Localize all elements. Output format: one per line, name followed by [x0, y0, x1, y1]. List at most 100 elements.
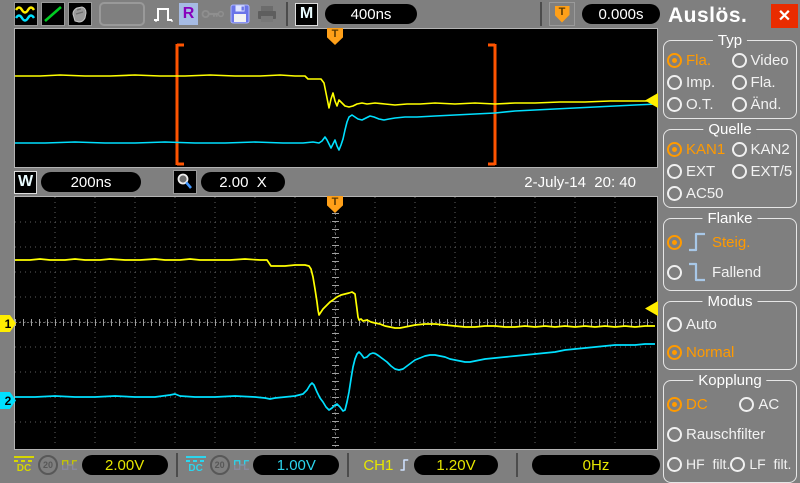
radio-icon: [667, 316, 682, 332]
ch2-coupling-icon: DC: [185, 456, 206, 474]
frequency-readout: 0Hz: [532, 455, 660, 475]
channels-icon[interactable]: [14, 2, 38, 26]
main-waveform-svg: [15, 197, 655, 447]
ch1-bandwidth-icon: 20: [38, 455, 58, 475]
ch1-coupling-icon: DC: [14, 456, 34, 474]
magnifier-icon[interactable]: [173, 170, 197, 194]
option-kopplung-ac[interactable]: AC: [739, 393, 793, 415]
window-timebase-readout: 200ns: [41, 172, 141, 192]
bottombar-divider3: [516, 453, 518, 477]
bottombar-divider2: [347, 453, 350, 477]
zoom-factor-readout: 2.00 X: [201, 172, 285, 192]
menu-title: Auslös.: [668, 4, 748, 27]
section-modus-legend: Modus: [702, 293, 758, 310]
radio-icon: [667, 264, 682, 280]
option-typ-video[interactable]: Video: [731, 49, 793, 71]
trigger-badge-icon: T: [554, 5, 570, 23]
radio-icon: [731, 52, 747, 68]
option-kopplung-lf-filt[interactable]: LF filt.: [730, 453, 793, 475]
section-typ-legend: Typ: [712, 32, 748, 49]
bottombar-divider1: [175, 453, 178, 477]
section-kopplung: Kopplung DC AC Rauschfilter HF filt. LF …: [663, 372, 797, 483]
trigger-menu-sidebar: Auslös. ✕ Typ Fla. Video Imp. Fla. O.T. …: [660, 0, 800, 483]
option-quelle-kan1[interactable]: KAN1: [667, 138, 732, 160]
radio-icon: [667, 141, 682, 157]
save-floppy-icon[interactable]: [228, 2, 252, 26]
option-typ-impuls[interactable]: Imp.: [667, 71, 732, 93]
option-kopplung-hf-filt[interactable]: HF filt.: [667, 453, 730, 475]
option-modus-auto[interactable]: Auto: [667, 313, 793, 335]
top-toolbar: R M 400ns T 0.000s: [0, 0, 660, 28]
main-timebase-readout: 400ns: [325, 4, 417, 24]
radio-icon: [667, 426, 682, 442]
hand-icon[interactable]: [68, 2, 92, 26]
run-record-button[interactable]: R: [179, 3, 198, 25]
radio-icon: [667, 74, 682, 90]
menu-header: Auslös. ✕: [660, 0, 800, 30]
bottom-status-bar: DC 20 2.00V DC 20 1.00V CH1 1.20V 0Hz: [0, 450, 660, 480]
print-icon[interactable]: [255, 2, 279, 26]
option-quelle-ac50[interactable]: AC50: [667, 182, 793, 204]
option-flanke-steigend[interactable]: Steig.: [667, 230, 793, 254]
radio-icon: [667, 52, 682, 68]
section-flanke: Flanke Steig. Fallend: [663, 210, 797, 291]
section-typ: Typ Fla. Video Imp. Fla. O.T. Änd.: [663, 32, 797, 119]
zoom-bar: W 200ns 2.00 X 2-July-14 20: 40: [0, 168, 660, 196]
radio-icon: [667, 185, 682, 201]
option-modus-normal[interactable]: Normal: [667, 341, 793, 363]
trigger-position-readout: 0.000s: [582, 4, 660, 24]
radio-icon: [731, 141, 747, 157]
ch1-invert-icon: [62, 460, 77, 470]
option-typ-flanke[interactable]: Fla.: [667, 49, 732, 71]
radio-icon: [667, 456, 682, 472]
cursor-line-icon[interactable]: [41, 2, 65, 26]
radio-icon: [667, 234, 682, 250]
trigger-position-button[interactable]: T: [549, 2, 575, 26]
option-typ-flanke2[interactable]: Fla.: [731, 71, 793, 93]
pulse-icon[interactable]: [152, 2, 176, 26]
section-flanke-legend: Flanke: [702, 210, 758, 227]
trigger-source-label: CH1: [363, 456, 394, 474]
section-quelle-legend: Quelle: [703, 121, 757, 138]
option-kopplung-rauschfilter[interactable]: Rauschfilter: [667, 423, 793, 445]
option-typ-ot[interactable]: O.T.: [667, 93, 732, 115]
option-kopplung-dc[interactable]: DC: [667, 393, 739, 415]
main-waveform-panel: [14, 196, 658, 450]
overview-ch1-trace: [15, 74, 657, 109]
radio-icon: [731, 74, 747, 90]
toolbar-divider2: [540, 2, 542, 26]
close-icon[interactable]: ✕: [771, 4, 798, 28]
trigger-slope-icon: [400, 459, 409, 471]
window-timebase-button[interactable]: W: [14, 170, 37, 194]
radio-icon: [667, 344, 682, 360]
section-modus: Modus Auto Normal: [663, 293, 797, 370]
main-timebase-button[interactable]: M: [295, 2, 318, 26]
option-flanke-fallend[interactable]: Fallend: [667, 260, 793, 284]
radio-icon: [667, 163, 682, 179]
rising-edge-icon: [689, 232, 705, 252]
option-quelle-kan2[interactable]: KAN2: [731, 138, 793, 160]
radio-icon: [667, 96, 682, 112]
radio-icon: [667, 396, 682, 412]
option-typ-aend[interactable]: Änd.: [731, 93, 793, 115]
section-kopplung-legend: Kopplung: [693, 372, 767, 389]
trigger-level-readout[interactable]: 1.20V: [414, 455, 498, 475]
toolbar-divider: [286, 2, 288, 26]
datetime-readout: 2-July-14 20: 40: [524, 173, 636, 191]
overview-waveform-panel: [14, 28, 658, 168]
falling-edge-icon: [689, 262, 705, 282]
empty-readout-box: [99, 2, 145, 26]
ch2-scale-readout[interactable]: 1.00V: [253, 455, 340, 475]
ch2-bandwidth-icon: 20: [209, 455, 230, 475]
radio-icon: [731, 163, 747, 179]
radio-icon: [730, 456, 746, 472]
ch1-scale-readout[interactable]: 2.00V: [81, 455, 168, 475]
overview-waveform-svg: [15, 43, 657, 166]
section-quelle: Quelle KAN1 KAN2 EXT EXT/5 AC50: [663, 121, 797, 208]
option-quelle-ext[interactable]: EXT: [667, 160, 732, 182]
overview-ch2-trace: [15, 103, 657, 151]
ch2-invert-icon: [233, 460, 249, 470]
key-lock-icon[interactable]: [201, 2, 225, 26]
option-quelle-ext5[interactable]: EXT/5: [731, 160, 793, 182]
radio-icon: [731, 96, 747, 112]
